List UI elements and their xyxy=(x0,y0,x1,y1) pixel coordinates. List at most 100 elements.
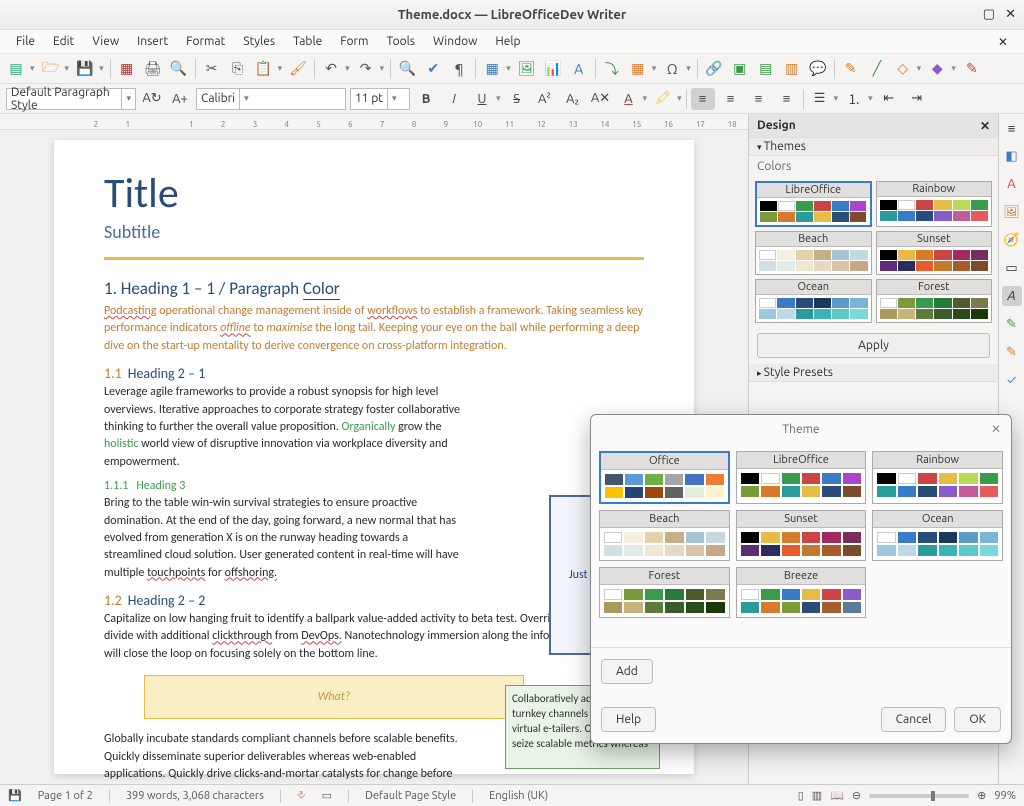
cancel-button[interactable]: Cancel xyxy=(881,707,947,732)
font-combo[interactable]: Calibri▾ xyxy=(196,88,346,110)
paragraph-style-combo[interactable]: Default Paragraph Style▾ xyxy=(6,88,136,110)
view-single-icon[interactable]: ▯ xyxy=(798,789,804,802)
menu-edit[interactable]: Edit xyxy=(45,33,82,50)
print-preview-icon[interactable]: 🔍 xyxy=(169,59,189,79)
dialog-theme-sunset[interactable]: Sunset xyxy=(736,510,867,561)
ok-button[interactable]: OK xyxy=(954,707,1001,732)
menu-tools[interactable]: Tools xyxy=(378,33,423,50)
theme-rainbow[interactable]: Rainbow xyxy=(876,181,993,227)
comment-icon[interactable]: 💬 xyxy=(808,59,828,79)
zoom-in-icon[interactable]: ⊕ xyxy=(977,789,986,802)
number-list-icon[interactable]: ⒈ xyxy=(842,88,866,110)
dialog-theme-beach[interactable]: Beach xyxy=(599,510,730,561)
clear-format-icon[interactable]: A✕ xyxy=(589,88,613,110)
menu-insert[interactable]: Insert xyxy=(129,33,176,50)
dialog-theme-breeze[interactable]: Breeze xyxy=(736,567,867,618)
export-pdf-icon[interactable]: ▦ xyxy=(117,59,137,79)
properties-icon[interactable]: ◧ xyxy=(1002,146,1022,166)
menu-window[interactable]: Window xyxy=(425,33,485,50)
menu-view[interactable]: View xyxy=(84,33,127,50)
theme-ocean[interactable]: Ocean xyxy=(755,279,872,323)
field-icon[interactable]: ▦ xyxy=(628,59,648,79)
page-break-icon[interactable]: ⤵ xyxy=(602,59,622,79)
zoom-slider[interactable] xyxy=(869,794,969,798)
new-style-icon[interactable]: A+ xyxy=(168,88,192,110)
draw-icon[interactable]: ✎ xyxy=(962,59,982,79)
line-icon[interactable]: ╱ xyxy=(867,59,887,79)
special-char-icon[interactable]: Ω xyxy=(662,59,682,79)
underline-icon[interactable]: U xyxy=(470,88,494,110)
font-color-icon[interactable]: A xyxy=(617,88,641,110)
dialog-theme-ocean[interactable]: Ocean xyxy=(872,510,1003,561)
status-insert-icon[interactable]: ⎀ xyxy=(297,789,306,802)
horizontal-ruler[interactable]: 21123456789101112131415161718 xyxy=(0,114,748,130)
section-themes[interactable]: Themes xyxy=(749,138,998,156)
theme-beach[interactable]: Beach xyxy=(755,231,872,275)
dialog-close-icon[interactable]: ✕ xyxy=(991,422,1001,436)
hyperlink-icon[interactable]: 🔗 xyxy=(704,59,724,79)
status-lang[interactable]: English (UK) xyxy=(489,790,548,802)
menu-styles[interactable]: Styles xyxy=(235,33,283,50)
menu-help[interactable]: Help xyxy=(487,33,528,50)
zoom-value[interactable]: 99% xyxy=(994,790,1016,802)
shapes-icon[interactable]: ◇ xyxy=(893,59,913,79)
indent-icon[interactable]: ⇥ xyxy=(905,88,929,110)
redo-icon[interactable]: ↷ xyxy=(356,59,376,79)
design-tab-icon[interactable]: A xyxy=(1002,286,1022,306)
section-style-presets[interactable]: Style Presets xyxy=(749,364,998,382)
menu-table[interactable]: Table xyxy=(285,33,330,50)
apply-button[interactable]: Apply xyxy=(757,333,990,358)
dialog-theme-rainbow[interactable]: Rainbow xyxy=(872,451,1003,504)
accessibility-icon[interactable]: ✓ xyxy=(1002,370,1022,390)
italic-icon[interactable]: I xyxy=(442,88,466,110)
dialog-theme-office[interactable]: Office xyxy=(599,451,730,504)
zoom-out-icon[interactable]: ⊖ xyxy=(852,789,861,802)
theme-libreoffice[interactable]: LibreOffice xyxy=(755,181,872,227)
sidebar-close-icon[interactable]: ✕ xyxy=(980,119,990,133)
page-icon[interactable]: ▭ xyxy=(1002,258,1022,278)
open-dropdown[interactable]: ▾ xyxy=(65,63,70,74)
status-selection-icon[interactable]: ▭ xyxy=(322,789,332,802)
close-icon[interactable]: ✕ xyxy=(1005,7,1016,22)
menu-icon[interactable]: ≡ xyxy=(1002,118,1022,138)
style-inspector-icon[interactable]: ✎ xyxy=(1002,314,1022,334)
minimize-icon[interactable]: ▢ xyxy=(983,7,995,22)
undo-icon[interactable]: ↶ xyxy=(321,59,341,79)
new-icon[interactable]: ▤ xyxy=(6,59,26,79)
view-book-icon[interactable]: 📖 xyxy=(830,789,844,802)
save-icon[interactable]: 💾 xyxy=(75,59,95,79)
theme-sunset[interactable]: Sunset xyxy=(876,231,993,275)
bookmark-icon[interactable]: ▤ xyxy=(756,59,776,79)
spellcheck-icon[interactable]: ✔ xyxy=(423,59,443,79)
status-style[interactable]: Default Page Style xyxy=(365,790,456,802)
formatting-marks-icon[interactable]: ¶ xyxy=(449,59,469,79)
align-left-icon[interactable]: ≡ xyxy=(691,88,715,110)
menu-format[interactable]: Format xyxy=(178,33,233,50)
new-dropdown[interactable]: ▾ xyxy=(30,63,35,74)
cross-ref-icon[interactable]: ▥ xyxy=(782,59,802,79)
status-words[interactable]: 399 words, 3,068 characters xyxy=(126,790,264,802)
image-icon[interactable]: 🖼 xyxy=(517,59,537,79)
menu-file[interactable]: File xyxy=(8,33,43,50)
justify-icon[interactable]: ≡ xyxy=(775,88,799,110)
bullet-list-icon[interactable]: ☰ xyxy=(808,88,832,110)
open-icon[interactable]: 🗁 xyxy=(41,59,61,79)
update-style-icon[interactable]: A↻ xyxy=(140,88,164,110)
menu-form[interactable]: Form xyxy=(332,33,376,50)
find-icon[interactable]: 🔍 xyxy=(397,59,417,79)
navigator-icon[interactable]: 🧭 xyxy=(1002,230,1022,250)
strike-icon[interactable]: S xyxy=(505,88,529,110)
paste-icon[interactable]: 📋 xyxy=(254,59,274,79)
track-changes-icon[interactable]: ✎ xyxy=(841,59,861,79)
status-page[interactable]: Page 1 of 2 xyxy=(38,790,93,802)
font-size-combo[interactable]: 11 pt▾ xyxy=(350,88,410,110)
view-multi-icon[interactable]: ▥ xyxy=(812,789,822,802)
textbox-icon[interactable]: A xyxy=(569,59,589,79)
superscript-icon[interactable]: A² xyxy=(533,88,557,110)
manage-changes-icon[interactable]: ✎ xyxy=(1002,342,1022,362)
dialog-theme-forest[interactable]: Forest xyxy=(599,567,730,618)
doc-close-icon[interactable]: ✕ xyxy=(990,33,1016,51)
styles-icon[interactable]: A xyxy=(1002,174,1022,194)
align-center-icon[interactable]: ≡ xyxy=(719,88,743,110)
theme-forest[interactable]: Forest xyxy=(876,279,993,323)
